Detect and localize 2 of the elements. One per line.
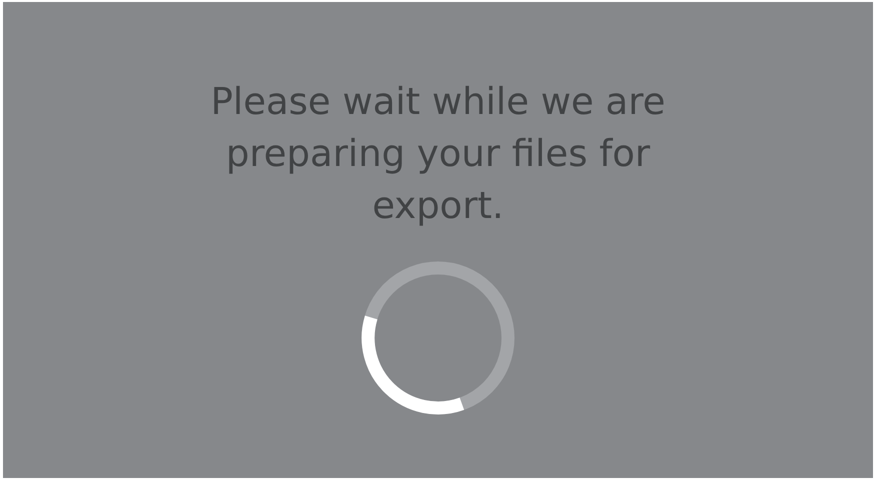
status-message: Please wait while we are preparing your files for export. <box>210 79 666 229</box>
spinner-icon <box>360 260 516 416</box>
